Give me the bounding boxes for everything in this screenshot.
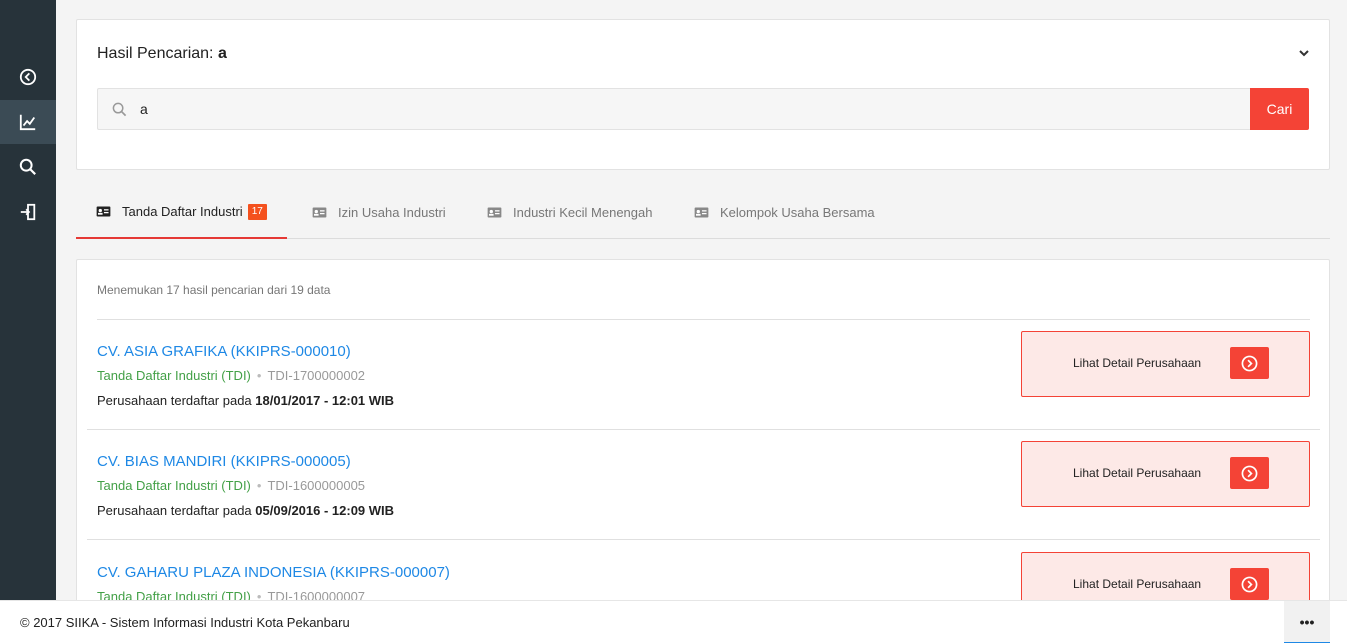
tab-industri-kecil-menengah[interactable]: Industri Kecil Menengah [487,186,652,239]
footer: © 2017 SIIKA - Sistem Informasi Industri… [0,600,1347,643]
id-card-icon [694,207,709,218]
go-button[interactable] [1230,568,1269,600]
company-meta: Tanda Daftar Industri (TDI) • TDI-17000000… [97,368,366,383]
company-name-link[interactable]: CV. BIAS MANDIRI (KKIPRS-000005) [97,453,351,470]
divider [87,539,1320,540]
view-detail-button[interactable]: Lihat Detail Perusahaan [1021,441,1310,507]
search-title-label: Hasil Pencarian: [97,45,214,62]
registration-date: 18/01/2017 - 12:01 WIB [255,393,395,408]
sidebar-item-search[interactable] [0,145,56,189]
results-panel: Menemukan 17 hasil pencarian dari 19 dat… [76,259,1330,643]
tab-label: Izin Usaha Industri [338,205,446,220]
chevron-right-circle-icon [1241,465,1258,481]
search-icon [112,102,127,117]
logout-icon [20,203,36,221]
registration-label: Perusahaan terdaftar pada [97,393,252,408]
tab-tanda-daftar-industri[interactable]: Tanda Daftar Industri 17 [76,186,287,239]
registration-info: Perusahaan terdaftar pada 05/09/2016 - 1… [97,503,394,518]
id-card-icon [487,207,502,218]
tab-label: Industri Kecil Menengah [513,205,653,220]
view-detail-label: Lihat Detail Perusahaan [1073,577,1202,591]
go-button[interactable] [1230,457,1269,489]
registration-info: Perusahaan terdaftar pada 18/01/2017 - 1… [97,393,394,408]
permit-type: Tanda Daftar Industri (TDI) [97,368,251,383]
chevron-down-icon[interactable] [1297,46,1311,60]
chevron-right-circle-icon [1241,576,1258,592]
permit-type: Tanda Daftar Industri (TDI) [97,478,251,493]
tab-kelompok-usaha-bersama[interactable]: Kelompok Usaha Bersama [694,186,875,239]
search-box [97,88,1251,130]
search-icon [19,158,36,175]
view-detail-button[interactable]: Lihat Detail Perusahaan [1021,331,1310,397]
sidebar-item-logout[interactable] [0,190,56,234]
permit-code: TDI-1600000005 [267,478,366,493]
search-title-query: a [217,45,227,62]
search-button[interactable]: Cari [1250,88,1309,130]
sidebar [0,0,56,600]
chevron-right-circle-icon [1241,355,1258,371]
tab-label: Tanda Daftar Industri [122,204,243,219]
registration-label: Perusahaan terdaftar pada [97,503,252,518]
company-meta: Tanda Daftar Industri (TDI) • TDI-16000000… [97,478,366,493]
view-detail-label: Lihat Detail Perusahaan [1073,466,1202,480]
chart-line-icon [19,114,36,131]
more-options-button[interactable]: ••• [1284,601,1330,643]
company-name-link[interactable]: CV. GAHARU PLAZA INDONESIA (KKIPRS-00000… [97,564,450,581]
sidebar-item-back[interactable] [0,55,56,99]
copyright-text: © 2017 SIIKA - Sistem Informasi Industri… [20,615,350,630]
sidebar-item-statistics[interactable] [0,100,56,144]
tab-label: Kelompok Usaha Bersama [720,205,875,220]
list-item: CV. ASIA GRAFIKA (KKIPRS-000010) Tanda D… [77,320,1331,430]
company-name-link[interactable]: CV. ASIA GRAFIKA (KKIPRS-000010) [97,343,351,360]
results-summary: Menemukan 17 hasil pencarian dari 19 dat… [97,283,331,297]
go-button[interactable] [1230,347,1269,379]
list-item: CV. BIAS MANDIRI (KKIPRS-000005) Tanda D… [77,430,1331,540]
permit-code: TDI-1700000002 [267,368,366,383]
back-circle-icon [19,68,37,86]
search-panel: Hasil Pencarian: a Cari [76,19,1330,170]
id-card-icon [312,207,327,218]
search-input[interactable] [140,89,1240,129]
registration-date: 05/09/2016 - 12:09 WIB [255,503,395,518]
id-card-icon [96,206,111,217]
count-badge: 17 [247,203,267,220]
search-title: Hasil Pencarian: a [97,45,227,63]
tab-izin-usaha-industri[interactable]: Izin Usaha Industri [312,186,446,239]
result-tabs: Tanda Daftar Industri 17 Izin Usaha Indu… [76,186,1330,239]
view-detail-label: Lihat Detail Perusahaan [1073,356,1202,370]
